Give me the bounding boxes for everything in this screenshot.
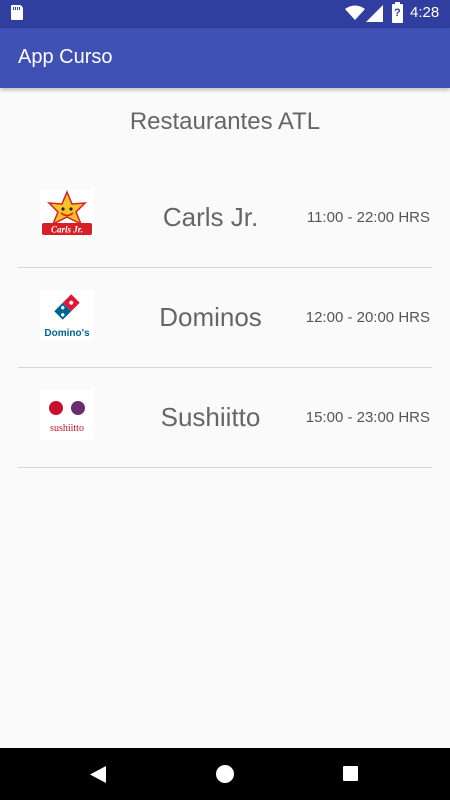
app-bar: App Curso [0, 28, 450, 88]
carls-jr-logo-text: Carls Jr. [51, 225, 83, 235]
page-title: Restaurantes ATL [129, 108, 321, 135]
dominos-logo-text: Domino's [44, 328, 90, 339]
battery-level: ? [394, 7, 401, 19]
restaurant-hours: 12:00 - 20:00 HRS [305, 309, 430, 326]
app-title: App Curso [18, 46, 113, 68]
status-time: 4:28 [410, 4, 440, 21]
carls-jr-logo: Carls Jr. [40, 190, 94, 240]
restaurant-name: Sushiitto [160, 402, 261, 432]
home-icon[interactable] [216, 765, 234, 783]
signal-icon [366, 5, 383, 22]
restaurant-list: Carls Jr. Carls Jr. 11:00 - 22:00 HRS Do… [18, 168, 432, 468]
restaurant-name: Carls Jr. [162, 202, 259, 232]
recents-icon[interactable] [343, 766, 358, 781]
list-item[interactable]: Domino's Dominos 12:00 - 20:00 HRS [18, 268, 432, 368]
list-item[interactable]: Carls Jr. Carls Jr. 11:00 - 22:00 HRS [18, 168, 432, 268]
restaurant-hours: 15:00 - 23:00 HRS [305, 409, 430, 426]
back-icon[interactable] [90, 766, 106, 783]
sushiitto-logo: sushiitto [40, 390, 94, 440]
sd-card-icon [11, 5, 23, 20]
restaurant-name: Dominos [159, 302, 262, 332]
battery-icon: ? [392, 2, 403, 23]
navigation-bar [0, 748, 450, 800]
wifi-icon [345, 5, 365, 20]
dominos-logo: Domino's [40, 290, 94, 340]
list-item[interactable]: sushiitto Sushiitto 15:00 - 23:00 HRS [18, 368, 432, 468]
status-bar: ? 4:28 [0, 0, 450, 28]
restaurant-hours: 11:00 - 22:00 HRS [306, 209, 430, 226]
sushiitto-logo-text: sushiitto [50, 423, 84, 434]
